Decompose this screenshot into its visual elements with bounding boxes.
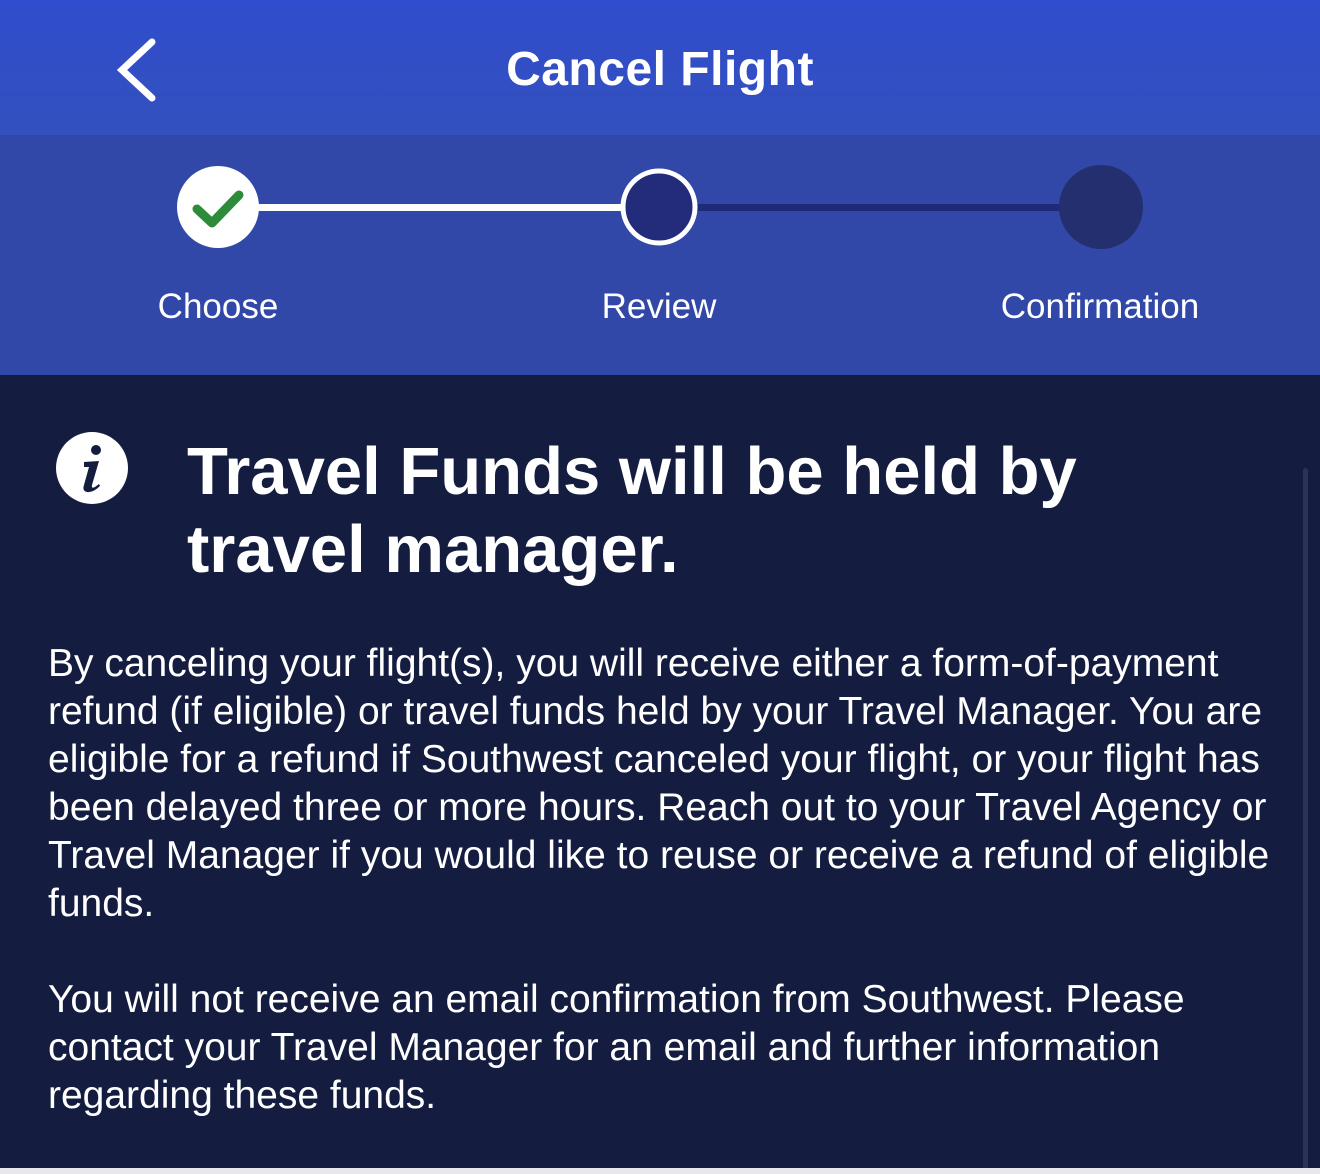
progress-stepper: Choose Review Confirmation: [0, 135, 1320, 375]
notice-heading: Travel Funds will be held by travel mana…: [187, 434, 1077, 587]
step-choose-marker: [177, 166, 259, 248]
step-label-review: Review: [601, 287, 717, 326]
bottom-edge: [0, 1168, 1320, 1174]
notice-paragraph-refund: By canceling your flight(s), you will re…: [48, 642, 1270, 925]
stepper-track: [177, 165, 1143, 249]
step-connector-pending: [694, 204, 1070, 211]
page-title: Cancel Flight: [506, 43, 814, 96]
app-header: Cancel Flight: [0, 0, 1320, 135]
step-confirmation-marker: [1059, 165, 1143, 249]
step-connector-completed: [252, 204, 628, 211]
step-label-confirmation: Confirmation: [1000, 287, 1200, 326]
info-icon: [56, 432, 128, 504]
notice-content: Travel Funds will be held by travel mana…: [0, 375, 1320, 1174]
step-review-marker: [620, 168, 698, 246]
scrollbar[interactable]: [1303, 468, 1308, 1174]
step-label-choose: Choose: [157, 287, 279, 326]
notice-paragraph-email: You will not receive an email confirmati…: [48, 978, 1185, 1117]
